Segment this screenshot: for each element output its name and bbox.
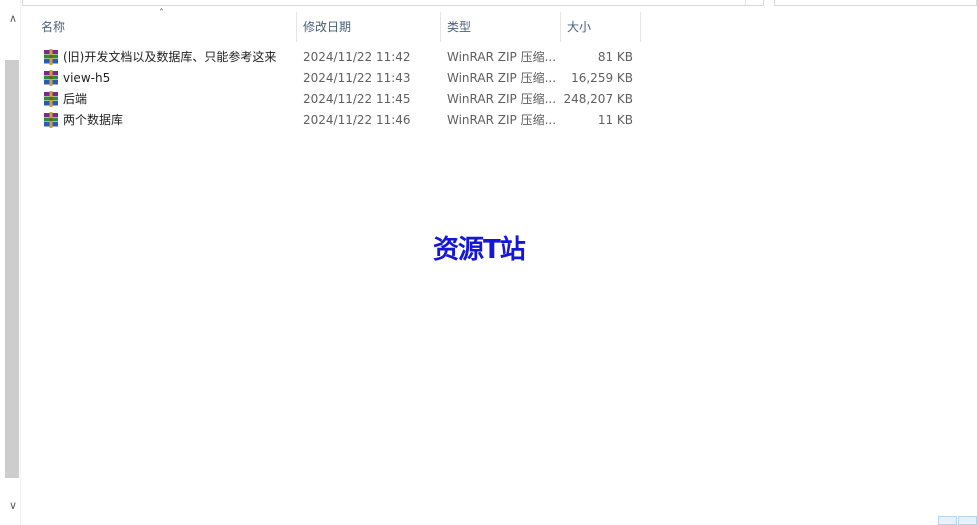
file-date: 2024/11/22 11:43	[303, 71, 411, 85]
column-header-size[interactable]: 大小	[561, 12, 641, 42]
column-header-date-label: 修改日期	[303, 20, 352, 34]
file-name: 后端	[63, 92, 88, 106]
pane-divider[interactable]	[20, 0, 21, 525]
watermark-text: 资源T站	[433, 235, 526, 265]
column-header-row: 名称 ˄ 修改日期 类型 大小	[21, 8, 641, 42]
chevron-down-icon[interactable]: ∨	[7, 499, 19, 513]
file-size: 248,207 KB	[563, 92, 633, 106]
address-dropdown-button[interactable]	[745, 0, 763, 5]
sort-ascending-icon: ˄	[159, 8, 164, 19]
column-header-type-label: 类型	[447, 20, 472, 34]
view-mode-buttons	[938, 516, 977, 525]
chevron-up-icon[interactable]: ∧	[7, 12, 19, 26]
winrar-archive-icon	[44, 49, 58, 65]
column-header-name[interactable]: 名称	[35, 12, 297, 42]
large-icons-view-button[interactable]	[958, 516, 977, 525]
file-name: 两个数据库	[63, 113, 124, 127]
toolbar-strip	[0, 0, 977, 6]
file-size: 16,259 KB	[571, 71, 633, 85]
file-size: 11 KB	[597, 113, 633, 127]
file-row[interactable]: 后端 2024/11/22 11:45 WinRAR ZIP 压缩... 248…	[41, 89, 641, 110]
navigation-pane-scrollbar[interactable]: ∧ ∨	[0, 0, 20, 525]
search-input[interactable]	[774, 0, 977, 6]
file-list: (旧)开发文档以及数据库、只能参考这来 2024/11/22 11:42 Win…	[41, 47, 641, 131]
file-name: (旧)开发文档以及数据库、只能参考这来	[63, 50, 277, 64]
address-bar[interactable]	[22, 0, 764, 6]
winrar-archive-icon	[44, 112, 58, 128]
file-row[interactable]: 两个数据库 2024/11/22 11:46 WinRAR ZIP 压缩... …	[41, 110, 641, 131]
file-row[interactable]: view-h5 2024/11/22 11:43 WinRAR ZIP 压缩..…	[41, 68, 641, 89]
column-header-date[interactable]: 修改日期	[297, 12, 441, 42]
column-header-size-label: 大小	[567, 20, 592, 34]
winrar-archive-icon	[44, 70, 58, 86]
file-date: 2024/11/22 11:46	[303, 113, 411, 127]
file-size: 81 KB	[597, 50, 633, 64]
scrollbar-thumb[interactable]	[5, 60, 19, 478]
file-date: 2024/11/22 11:45	[303, 92, 411, 106]
winrar-archive-icon	[44, 91, 58, 107]
file-date: 2024/11/22 11:42	[303, 50, 411, 64]
column-header-name-label: 名称	[41, 20, 66, 34]
file-row[interactable]: (旧)开发文档以及数据库、只能参考这来 2024/11/22 11:42 Win…	[41, 47, 641, 68]
details-view-button[interactable]	[938, 516, 957, 525]
file-name: view-h5	[63, 71, 111, 85]
column-header-type[interactable]: 类型	[441, 12, 561, 42]
